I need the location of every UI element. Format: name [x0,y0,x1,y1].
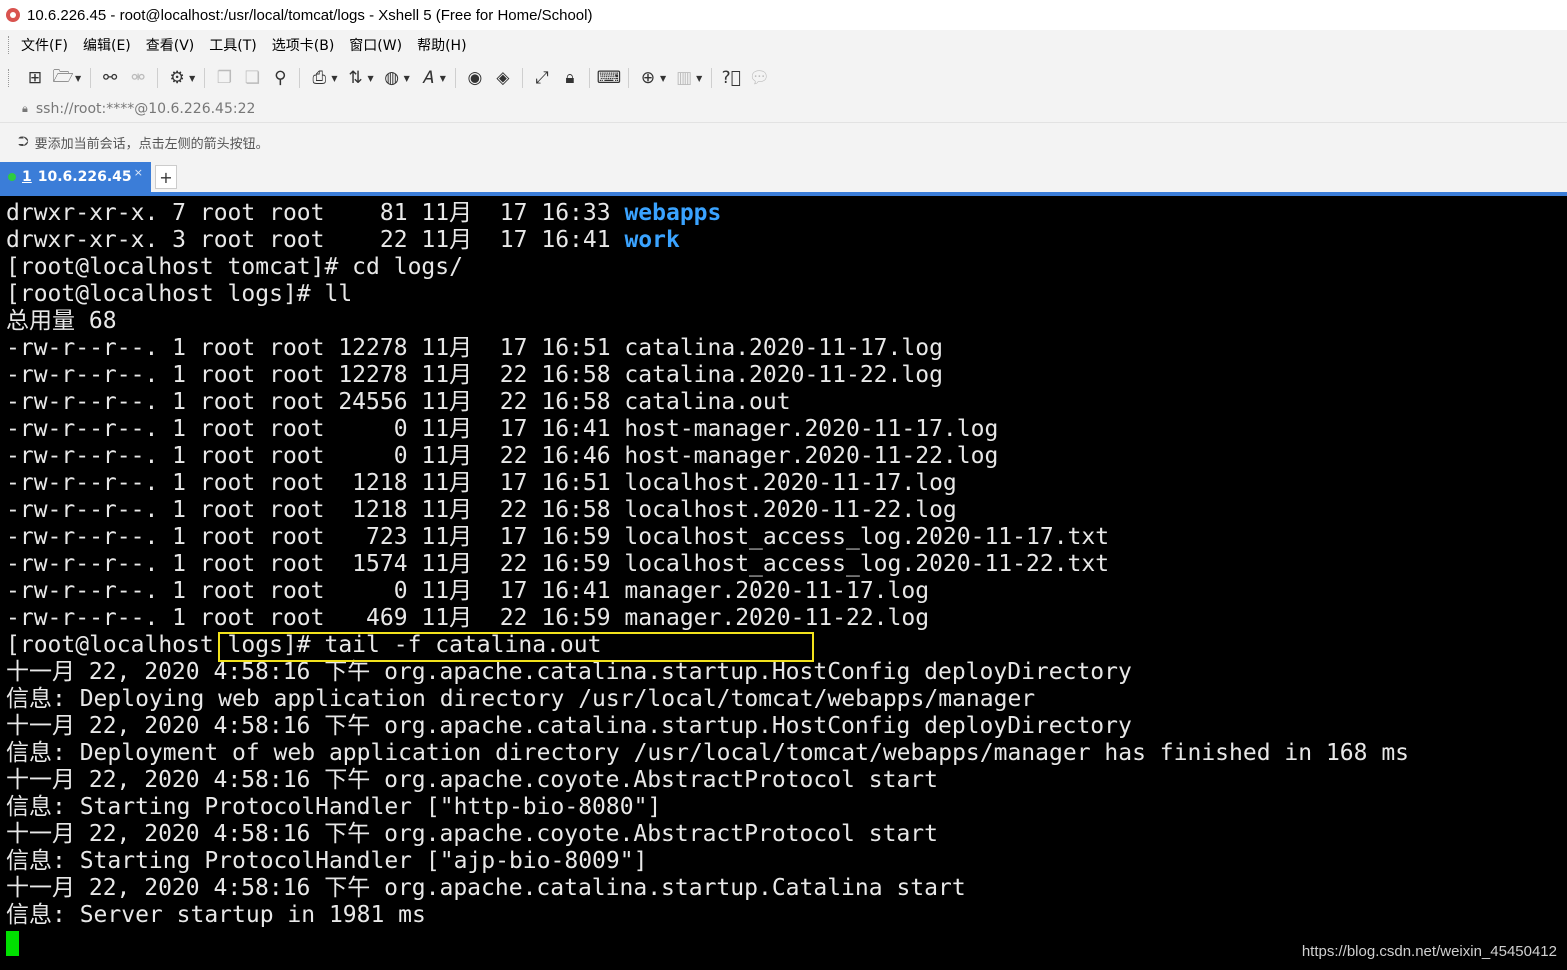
globe-icon[interactable]: ◍ [381,67,403,89]
transfer-icon[interactable]: ⇅ [344,67,366,89]
terminal-line: 信息: Starting ProtocolHandler ["http-bio-… [6,794,662,820]
command-highlight-box [218,632,814,662]
open-dropdown-icon[interactable]: ▼ [75,74,81,83]
address-value[interactable]: ssh://root:****@10.6.226.45:22 [36,101,256,117]
new-tab-button[interactable]: + [155,165,177,189]
disconnect-icon[interactable]: ⚮ [127,67,149,89]
menu-view[interactable]: 查看(V) [146,35,195,55]
xshell-logo-icon [6,8,20,22]
layout-dropdown-icon[interactable]: ▼ [696,74,702,83]
tab-session[interactable]: 1 10.6.226.45 × [0,162,151,192]
toolbar-separator [521,68,523,88]
terminal-line: -rw-r--r--. 1 root root 0 11月 17 16:41 m… [6,578,930,604]
terminal-line: 十一月 22, 2020 4:58:16 下午 org.apache.catal… [6,659,1132,685]
fullscreen-icon[interactable]: ⤢ [531,67,553,89]
watermark: https://blog.csdn.net/weixin_45450412 [1301,943,1557,960]
terminal-line: -rw-r--r--. 1 root root 723 11月 17 16:59… [6,524,1110,550]
tab-label: 10.6.226.45 [37,169,132,185]
terminal-line: -rw-r--r--. 1 root root 1574 11月 22 16:5… [6,551,1110,577]
menu-bar: 文件(F) 编辑(E) 查看(V) 工具(T) 选项卡(B) 窗口(W) 帮助(… [0,30,1567,60]
toolbar-separator [627,68,629,88]
toolbar-separator [299,68,301,88]
terminal-line: 信息: Deployment of web application direct… [6,740,1410,766]
terminal-line: [root@localhost tomcat]# cd logs/ [6,254,463,280]
terminal-line: 信息: Deploying web application directory … [6,686,1036,712]
keyboard-icon[interactable]: ⌨ [597,67,622,89]
print-icon[interactable]: ⎙ [308,67,330,89]
add-tab-icon[interactable]: ⊕ [637,67,659,89]
properties-dropdown-icon[interactable]: ▼ [189,74,195,83]
directory-name: work [624,227,680,253]
terminal-line: 十一月 22, 2020 4:58:16 下午 org.apache.catal… [6,875,966,901]
terminal-line: -rw-r--r--. 1 root root 24556 11月 22 16:… [6,389,791,415]
tab-close-icon[interactable]: × [134,166,143,179]
menu-edit[interactable]: 编辑(E) [83,35,131,55]
layout-icon[interactable]: ▥ [673,67,695,89]
terminal-line: 信息: Server startup in 1981 ms [6,902,426,928]
terminal-line: -rw-r--r--. 1 root root 0 11月 17 16:41 h… [6,416,999,442]
address-lock-icon: 🔒︎ [22,102,28,115]
xftp-icon[interactable]: ◉ [464,67,486,89]
terminal-line: 总用量 68 [6,308,117,334]
terminal[interactable]: drwxr-xr-x. 7 root root 81 11月 17 16:33 … [0,196,1567,970]
copy-icon[interactable]: ❐ [213,67,235,89]
help-icon[interactable]: ?⃝ [720,67,742,89]
terminal-line: drwxr-xr-x. 7 root root 81 11月 17 16:33 … [6,200,722,226]
terminal-line: -rw-r--r--. 1 root root 0 11月 22 16:46 h… [6,443,999,469]
terminal-cursor [6,931,19,956]
lock-icon[interactable]: 🔒︎ [559,67,581,89]
toolbar-separator [454,68,456,88]
toolbar-separator [588,68,590,88]
tab-bar: 1 10.6.226.45 × + [0,160,1567,196]
terminal-line: 十一月 22, 2020 4:58:16 下午 org.apache.coyot… [6,767,938,793]
properties-icon[interactable]: ⚙ [166,67,188,89]
menu-tabs[interactable]: 选项卡(B) [272,35,335,55]
globe-dropdown-icon[interactable]: ▼ [404,74,410,83]
terminal-line: [root@localhost logs]# ll [6,281,353,307]
print-dropdown-icon[interactable]: ▼ [331,74,337,83]
menu-window[interactable]: 窗口(W) [349,35,402,55]
toolbar-grip [8,69,11,87]
terminal-line: -rw-r--r--. 1 root root 469 11月 22 16:59… [6,605,930,631]
open-folder-icon[interactable]: 🗁 [52,67,74,89]
hint-text: 要添加当前会话，点击左侧的箭头按钮。 [34,136,269,152]
terminal-line: 信息: Starting ProtocolHandler ["ajp-bio-8… [6,848,648,874]
toolbar-separator [157,68,159,88]
chat-icon[interactable]: 💬︎ [748,67,770,89]
title-bar: 10.6.226.45 - root@localhost:/usr/local/… [0,0,1567,30]
terminal-line: -rw-r--r--. 1 root root 1218 11月 22 16:5… [6,497,957,523]
font-dropdown-icon[interactable]: ▼ [440,74,446,83]
new-session-icon[interactable]: ⊞ [24,67,46,89]
tab-number: 1 [22,169,32,185]
xmanager-icon[interactable]: ◈ [492,67,514,89]
menu-help[interactable]: 帮助(H) [417,35,466,55]
session-hint-bar: ⮊ 要添加当前会话，点击左侧的箭头按钮。 [0,122,1567,161]
find-icon[interactable]: ⚲ [269,67,291,89]
terminal-line: drwxr-xr-x. 3 root root 22 11月 17 16:41 … [6,227,680,253]
font-icon[interactable]: 𝐴 [417,67,439,89]
reconnect-icon[interactable]: ⚯ [99,67,121,89]
transfer-dropdown-icon[interactable]: ▼ [367,74,373,83]
address-bar[interactable]: 🔒︎ ssh://root:****@10.6.226.45:22 [0,96,1567,122]
window-title: 10.6.226.45 - root@localhost:/usr/local/… [27,6,593,24]
terminal-line: -rw-r--r--. 1 root root 1218 11月 17 16:5… [6,470,957,496]
paste-icon[interactable]: ❏ [241,67,263,89]
toolbar: ⊞ 🗁 ▼ ⚯ ⚮ ⚙ ▼ ❐ ❏ ⚲ ⎙ ▼ ⇅ ▼ ◍ ▼ 𝐴 ▼ ◉ ◈ … [0,60,1567,96]
add-session-arrow-icon[interactable]: ⮊ [18,134,29,150]
terminal-line: -rw-r--r--. 1 root root 12278 11月 22 16:… [6,362,943,388]
toolbar-separator [90,68,92,88]
menu-grip [8,36,11,54]
connected-status-icon [8,173,16,181]
menu-file[interactable]: 文件(F) [21,35,68,55]
terminal-line: 十一月 22, 2020 4:58:16 下午 org.apache.catal… [6,713,1132,739]
terminal-line: 十一月 22, 2020 4:58:16 下午 org.apache.coyot… [6,821,938,847]
add-tab-dropdown-icon[interactable]: ▼ [660,74,666,83]
toolbar-separator [711,68,713,88]
directory-name: webapps [624,200,722,226]
toolbar-separator [204,68,206,88]
menu-tools[interactable]: 工具(T) [209,35,256,55]
terminal-line: -rw-r--r--. 1 root root 12278 11月 17 16:… [6,335,943,361]
